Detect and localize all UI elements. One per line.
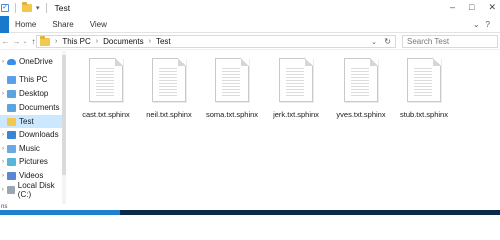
sidebar-item-desktop[interactable]: › Desktop — [0, 87, 66, 100]
sidebar-item-label: Downloads — [19, 130, 59, 139]
taskbar[interactable] — [0, 210, 500, 215]
search-input[interactable]: Search Test — [402, 35, 498, 48]
text-file-icon — [89, 58, 123, 102]
breadcrumb-this-pc[interactable]: This PC — [62, 37, 90, 46]
sidebar-item-label: Documents — [19, 103, 60, 112]
sidebar-item-local-disk[interactable]: › Local Disk (C:) — [0, 180, 66, 199]
file-name: cast.txt.sphinx — [82, 110, 130, 119]
file-item[interactable]: soma.txt.sphinx — [200, 58, 264, 128]
disk-drive-icon — [6, 185, 15, 194]
navigation-bar: ← → ⌄ ↑ › This PC › Documents › Test ⌄ ↻… — [0, 33, 500, 50]
quick-access-toolbar: ✓ ▾ — [0, 2, 49, 13]
sidebar-item-documents[interactable]: Documents — [0, 101, 66, 114]
chevron-right-icon[interactable]: › — [0, 146, 6, 152]
sidebar-item-label: Test — [19, 117, 34, 126]
toolbar-divider — [15, 3, 16, 13]
chevron-right-icon[interactable]: › — [0, 173, 6, 179]
breadcrumb-separator[interactable]: › — [149, 38, 151, 45]
sidebar-item-this-pc[interactable]: This PC — [0, 73, 66, 86]
breadcrumb-test[interactable]: Test — [156, 37, 171, 46]
file-name: stub.txt.sphinx — [400, 110, 448, 119]
file-name: jerk.txt.sphinx — [273, 110, 319, 119]
forward-button[interactable]: → — [11, 37, 22, 46]
text-file-icon — [344, 58, 378, 102]
toolbar-divider — [45, 3, 47, 13]
sidebar-item-label: OneDrive — [19, 57, 53, 66]
refresh-icon[interactable]: ↻ — [384, 37, 391, 46]
sidebar-item-downloads[interactable]: › Downloads — [0, 128, 66, 141]
chevron-right-icon[interactable]: › — [0, 187, 6, 193]
computer-icon — [7, 75, 16, 84]
sidebar-item-label: This PC — [19, 75, 48, 84]
customize-toolbar-icon[interactable]: ▾ — [36, 4, 40, 12]
ribbon-actions: ⌄ ? — [473, 20, 490, 29]
file-name: neil.txt.sphinx — [146, 110, 192, 119]
downloads-icon — [7, 130, 16, 139]
ribbon-tabs: Home Share View ⌄ ? — [0, 15, 500, 33]
chevron-right-icon[interactable]: › — [0, 159, 6, 165]
file-list: cast.txt.sphinx neil.txt.sphinx soma.txt… — [70, 51, 500, 204]
sidebar-item-test[interactable]: Test — [0, 115, 66, 128]
sidebar-item-label: Pictures — [19, 157, 48, 166]
text-file-icon — [152, 58, 186, 102]
file-item[interactable]: stub.txt.sphinx — [392, 58, 456, 128]
navigation-pane: › OneDrive This PC › Desktop Documents T… — [0, 51, 66, 204]
sidebar-item-label: Desktop — [19, 89, 49, 98]
file-item[interactable]: jerk.txt.sphinx — [264, 58, 328, 128]
file-name: yves.txt.sphinx — [336, 110, 386, 119]
close-button[interactable]: ✕ — [488, 2, 496, 13]
sidebar-item-onedrive[interactable]: › OneDrive — [0, 55, 66, 68]
text-file-icon — [407, 58, 441, 102]
breadcrumb-separator[interactable]: › — [96, 38, 98, 45]
pictures-icon — [7, 157, 16, 166]
file-item[interactable]: neil.txt.sphinx — [137, 58, 201, 128]
file-item[interactable]: yves.txt.sphinx — [329, 58, 393, 128]
maximize-button[interactable]: □ — [469, 2, 474, 13]
desktop-icon — [7, 89, 16, 98]
chevron-right-icon[interactable]: › — [0, 132, 6, 138]
chevron-right-icon[interactable]: › — [0, 59, 6, 65]
text-file-icon — [279, 58, 313, 102]
tab-share[interactable]: Share — [46, 20, 83, 29]
properties-icon[interactable]: ✓ — [1, 4, 9, 12]
window-controls: – □ ✕ — [450, 2, 496, 13]
folder-icon — [40, 35, 50, 46]
window-title: Test — [54, 3, 71, 13]
sidebar-item-pictures[interactable]: › Pictures — [0, 155, 66, 168]
address-bar[interactable]: › This PC › Documents › Test ⌄ ↻ — [36, 35, 396, 48]
music-icon — [7, 144, 16, 153]
help-icon[interactable]: ? — [486, 20, 490, 29]
breadcrumb-separator[interactable]: › — [55, 38, 57, 45]
sidebar-item-label: Music — [19, 144, 40, 153]
tab-home[interactable]: Home — [9, 20, 46, 29]
sidebar-item-label: Videos — [19, 171, 44, 180]
minimize-button[interactable]: – — [450, 2, 455, 13]
expand-ribbon-icon[interactable]: ⌄ — [473, 20, 480, 29]
folder-icon — [7, 117, 16, 126]
breadcrumb-documents[interactable]: Documents — [103, 37, 143, 46]
text-file-icon — [215, 58, 249, 102]
documents-icon — [7, 103, 16, 112]
back-button[interactable]: ← — [0, 37, 11, 46]
address-dropdown-icon[interactable]: ⌄ — [371, 38, 377, 46]
file-item[interactable]: cast.txt.sphinx — [74, 58, 138, 128]
onedrive-icon — [7, 58, 16, 65]
scrollbar-thumb[interactable] — [62, 55, 66, 175]
sidebar-item-label: Local Disk (C:) — [17, 180, 55, 199]
tab-view[interactable]: View — [84, 20, 117, 29]
videos-icon — [7, 171, 16, 180]
sidebar-item-music[interactable]: › Music — [0, 142, 66, 155]
file-name: soma.txt.sphinx — [205, 110, 259, 119]
title-bar: ✓ ▾ Test – □ ✕ — [0, 0, 500, 16]
new-folder-icon[interactable] — [22, 2, 32, 12]
chevron-right-icon[interactable]: › — [0, 91, 6, 97]
tab-file[interactable] — [0, 15, 9, 33]
